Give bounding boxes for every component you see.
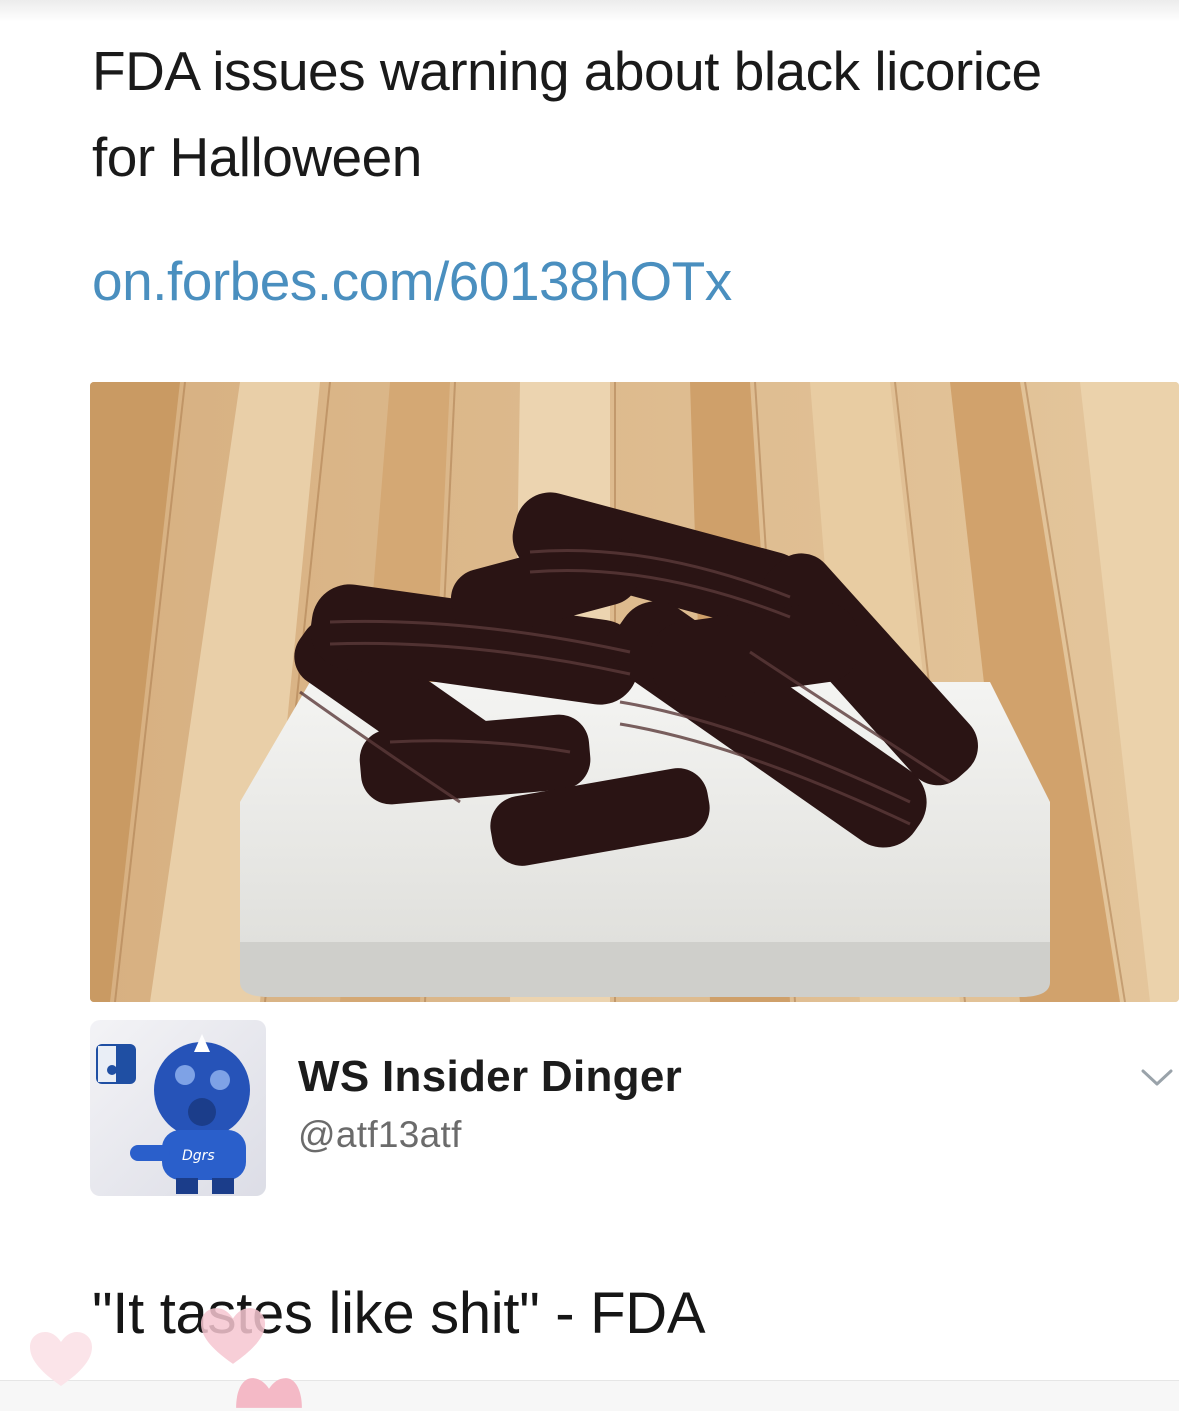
tweet-media-image[interactable] xyxy=(90,382,1179,1002)
bottom-bar xyxy=(0,1380,1179,1411)
top-edge xyxy=(0,0,1179,22)
quoted-account-card[interactable]: Dgrs WS Insider Dinger @atf13atf xyxy=(90,1002,1179,1212)
tweet-link[interactable]: on.forbes.com/60138hOTx xyxy=(92,238,732,324)
chevron-down-icon[interactable] xyxy=(1140,1064,1174,1090)
meme-caption: "It tastes like shit" - FDA xyxy=(92,1281,706,1346)
mascot-avatar[interactable]: Dgrs xyxy=(90,1020,266,1196)
svg-text:Dgrs: Dgrs xyxy=(182,1148,215,1164)
tweet-text: FDA issues warning about black licorice … xyxy=(92,40,1042,188)
heart-icon xyxy=(30,1332,92,1386)
author-name[interactable]: WS Insider Dinger xyxy=(298,1052,682,1102)
heart-icon xyxy=(236,1378,302,1408)
mascot-avatar-icon: Dgrs xyxy=(96,1034,250,1194)
author-handle[interactable]: @atf13atf xyxy=(298,1114,462,1156)
licorice-photo xyxy=(90,382,1179,1002)
heart-icon xyxy=(200,1308,266,1364)
